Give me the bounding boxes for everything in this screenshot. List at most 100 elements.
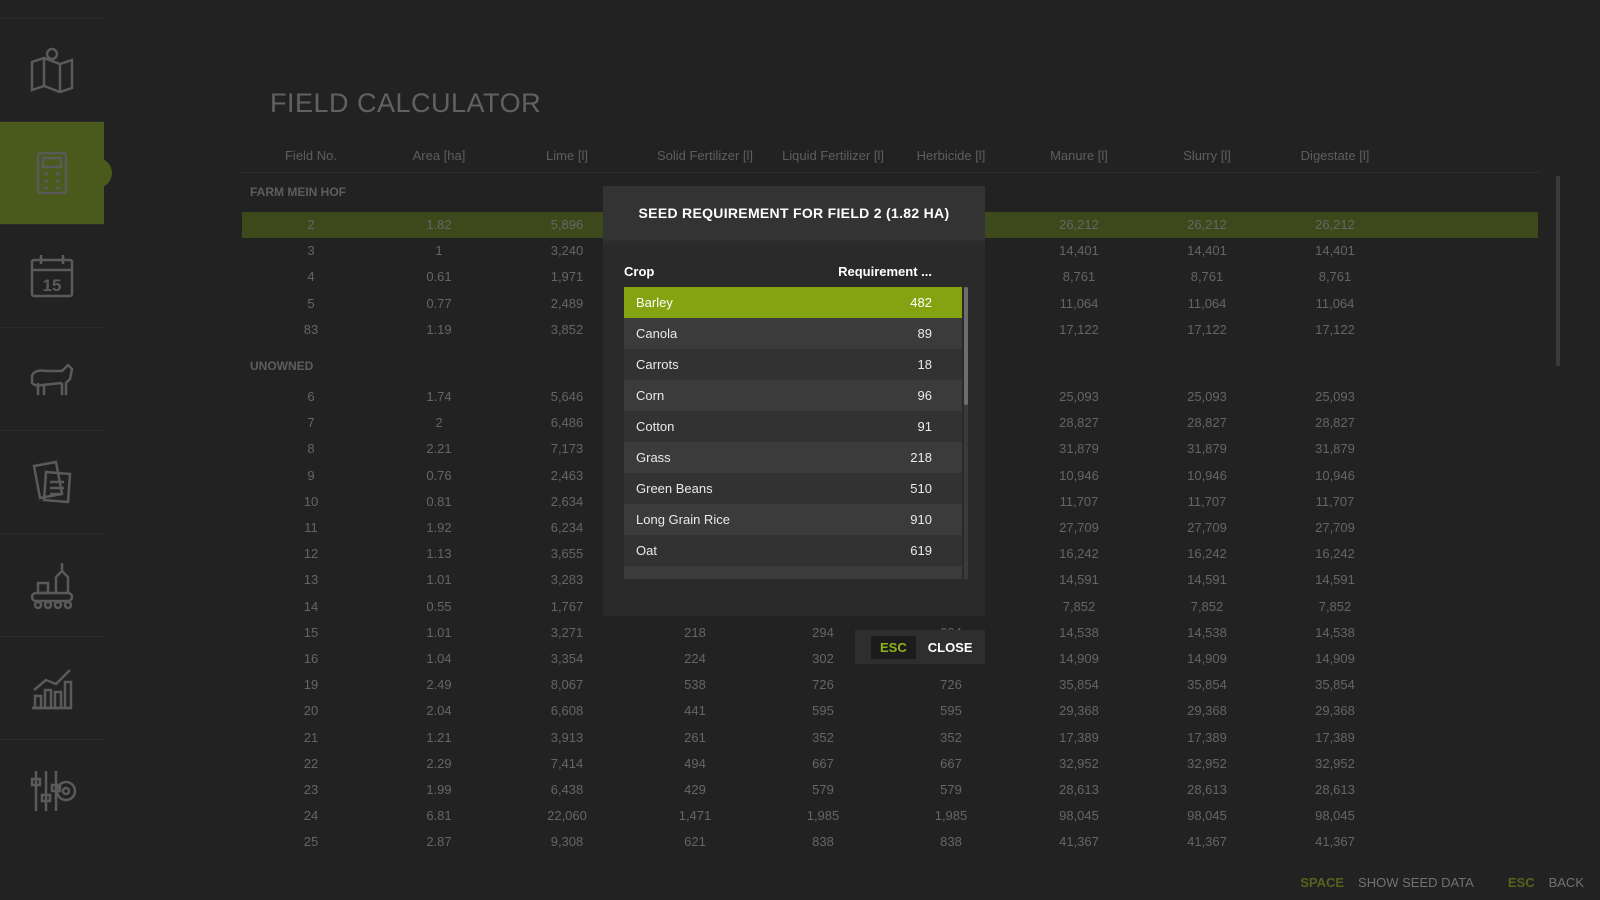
table-cell: 25 (303, 834, 319, 850)
crop-name: Long Grain Rice (636, 512, 730, 527)
sidebar: 15 (0, 18, 112, 842)
sidebar-item-map[interactable] (0, 18, 104, 121)
table-cell: 16,242 (1059, 546, 1099, 562)
table-cell: 1.04 (426, 651, 452, 666)
table-cell: 14,909 (1059, 651, 1099, 666)
table-cell: 11,707 (1059, 493, 1099, 509)
table-cell: 29,368 (1059, 703, 1099, 719)
table-cell: 22,060 (547, 808, 587, 824)
column-header[interactable]: Digestate [l] (1270, 148, 1400, 163)
crop-row[interactable]: Carrots 18 (624, 349, 962, 380)
table-cell: 17,122 (1187, 321, 1227, 337)
sidebar-item-contracts[interactable] (0, 430, 104, 533)
table-cell: 14,401 (1187, 243, 1227, 259)
crop-requirement: 510 (910, 481, 932, 496)
table-row[interactable]: 24 6.81 22,060 1,471 1,985 1,985 98,045 98,045 9… (242, 803, 1538, 829)
table-cell: 13 (303, 572, 319, 588)
table-cell: 2.29 (426, 755, 452, 771)
crop-row[interactable]: Barley 482 (624, 287, 962, 318)
crop-requirement: 91 (917, 419, 932, 434)
crop-row[interactable]: Cotton 91 (624, 411, 962, 442)
table-cell: 22 (303, 755, 319, 771)
table-cell: 11 (304, 520, 318, 535)
table-cell: 10,946 (1187, 467, 1227, 483)
table-cell: 8,761 (1318, 269, 1352, 285)
sidebar-item-statistics[interactable] (0, 636, 104, 739)
table-cell: 261 (684, 729, 706, 745)
table-cell: 41,367 (1315, 834, 1355, 850)
crop-row[interactable]: Canola 89 (624, 318, 962, 349)
column-header[interactable]: Herbicide [l] (886, 148, 1016, 163)
sidebar-item-production[interactable] (0, 533, 104, 636)
column-header-crop[interactable]: Crop (624, 264, 654, 279)
table-cell: 0.81 (426, 493, 452, 509)
table-cell: 14,401 (1059, 243, 1099, 259)
crop-row[interactable]: Grass 218 (624, 442, 962, 473)
table-cell: 17,122 (1059, 321, 1099, 337)
crop-list-scrollbar[interactable] (964, 287, 968, 579)
production-icon (30, 563, 74, 610)
show-seed-data-label[interactable]: SHOW SEED DATA (1358, 875, 1474, 890)
esc-key-back-hint[interactable]: ESC (1508, 875, 1535, 890)
table-cell: 6.81 (426, 808, 452, 824)
table-cell: 15 (303, 624, 319, 640)
table-cell: 1.92 (426, 520, 452, 535)
sidebar-item-animals[interactable] (0, 327, 104, 430)
back-label[interactable]: BACK (1549, 875, 1584, 890)
column-header[interactable]: Manure [l] (1014, 148, 1144, 163)
close-button[interactable]: ESC CLOSE (855, 630, 985, 664)
table-row[interactable]: 25 2.87 9,308 621 838 838 41,367 41,367 41,367 (242, 829, 1538, 855)
table-cell: 11,064 (1059, 295, 1099, 311)
table-cell: 11,707 (1315, 493, 1355, 509)
table-cell: 17,389 (1315, 729, 1355, 745)
table-cell: 7,852 (1062, 598, 1096, 614)
group-label-unowned: UNOWNED (250, 359, 314, 373)
table-cell: 1,471 (678, 808, 712, 824)
table-row[interactable]: 19 2.49 8,067 538 726 726 35,854 35,854 35,854 (242, 672, 1538, 698)
table-cell: 0.61 (426, 269, 452, 285)
column-header[interactable]: Slurry [l] (1142, 148, 1272, 163)
crop-row[interactable] (624, 566, 962, 579)
table-cell: 11,064 (1315, 295, 1355, 311)
sidebar-item-settings[interactable] (0, 739, 104, 842)
table-cell: 2 (435, 415, 443, 431)
crop-requirement: 910 (910, 512, 932, 527)
table-cell: 16 (303, 651, 319, 666)
table-cell: 19 (303, 677, 319, 693)
table-row[interactable]: 20 2.04 6,608 441 595 595 29,368 29,368 29,368 (242, 698, 1538, 724)
table-cell: 14,538 (1059, 624, 1099, 640)
column-header[interactable]: Area [ha] (374, 148, 504, 163)
page-scrollbar[interactable] (1556, 176, 1560, 366)
dialog-title-bar: SEED REQUIREMENT FOR FIELD 2 (1.82 HA) (603, 186, 985, 240)
table-cell: 218 (684, 624, 706, 640)
crop-name: Carrots (636, 357, 679, 372)
table-row[interactable]: 21 1.21 3,913 261 352 352 17,389 17,389 17,389 (242, 725, 1538, 751)
table-cell: 8,067 (550, 677, 584, 693)
table-cell: 1 (435, 243, 443, 259)
animals-icon (30, 363, 74, 395)
crop-row[interactable]: Corn 96 (624, 380, 962, 411)
table-cell: 16,242 (1315, 546, 1355, 562)
crop-row[interactable]: Green Beans 510 (624, 473, 962, 504)
crop-row[interactable]: Long Grain Rice 910 (624, 504, 962, 535)
dialog-title: SEED REQUIREMENT FOR FIELD 2 (1.82 HA) (638, 205, 950, 221)
table-cell: 1.01 (426, 572, 452, 588)
table-cell: 538 (684, 677, 706, 693)
sidebar-item-field-calculator[interactable] (0, 121, 112, 224)
table-cell: 98,045 (1059, 808, 1099, 824)
table-cell: 14,909 (1315, 651, 1355, 666)
table-cell: 7,852 (1318, 598, 1352, 614)
column-header[interactable]: Field No. (246, 148, 376, 163)
table-row[interactable]: 22 2.29 7,414 494 667 667 32,952 32,952 32,952 (242, 751, 1538, 777)
crop-row[interactable]: Oat 619 (624, 535, 962, 566)
space-key-hint[interactable]: SPACE (1300, 875, 1344, 890)
table-cell: 7 (307, 415, 315, 431)
column-header[interactable]: Lime [l] (502, 148, 632, 163)
column-header-requirement[interactable]: Requirement ... (838, 264, 932, 279)
sidebar-item-calendar[interactable]: 15 (0, 224, 104, 327)
table-row[interactable]: 23 1.99 6,438 429 579 579 28,613 28,613 28,613 (242, 777, 1538, 803)
table-cell: 21 (303, 729, 319, 745)
table-cell: 8,761 (1190, 269, 1224, 285)
scrollbar-thumb[interactable] (964, 287, 968, 405)
table-cell: 838 (940, 834, 962, 850)
